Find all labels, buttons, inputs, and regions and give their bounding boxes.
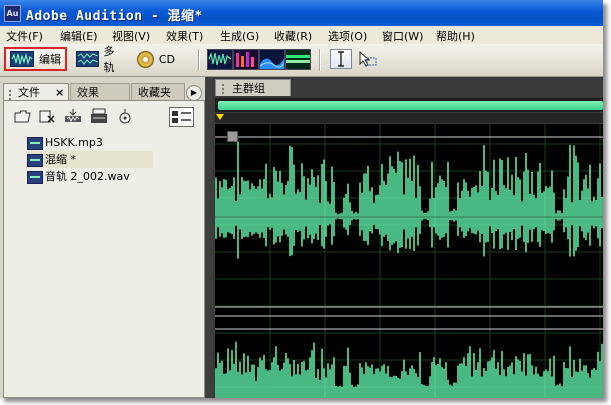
multitrack-view-button[interactable]: 多轨 [72,45,128,74]
menu-view[interactable]: 视图(V) [112,28,150,44]
audio-file-icon [27,171,43,184]
list-item[interactable]: 混缩 * [26,151,153,168]
toolbar-separator [198,49,200,71]
close-file-icon[interactable] [38,108,55,124]
panel-grip-icon [222,84,226,94]
menu-favorites[interactable]: 收藏(R) [274,28,312,44]
files-toolbar [14,108,154,128]
waveform-display[interactable] [215,124,603,398]
cd-icon [137,50,154,68]
waveform-icon [10,51,34,67]
open-file-icon[interactable] [14,108,31,124]
menu-options[interactable]: 选项(O) [328,28,367,44]
menu-generate[interactable]: 生成(G) [220,28,259,44]
cd-view-button[interactable]: CD [133,47,179,71]
visible-range-bar[interactable] [218,101,603,110]
file-name: 混缩 * [45,153,76,166]
play-file-icon[interactable] [116,108,132,124]
audio-file-icon [27,154,43,167]
multitrack-icon [76,51,99,67]
panel-divider[interactable] [205,77,213,398]
main-group-panel: 主群组 [213,77,603,398]
waveform-view-icon[interactable] [207,49,233,70]
window-title: Adobe Audition - 混缩* [26,9,203,24]
menu-help[interactable]: 帮助(H) [436,28,475,44]
insert-multitrack-icon[interactable] [64,108,81,124]
file-list: HSKK.mp3 混缩 * 音轨 2_002.wav [26,134,206,185]
panel-grip-icon [9,90,13,100]
playhead-marker-icon[interactable] [216,114,224,120]
app-window: Au Adobe Audition - 混缩* 文件(F) 编辑(E) 视图(V… [0,0,603,398]
waveform-svg [215,124,603,398]
list-item[interactable]: HSKK.mp3 [26,134,206,151]
toolbar-separator [319,49,321,71]
tab-main-group[interactable]: 主群组 [215,79,291,96]
tab-files-label: 文件 [18,86,40,99]
tab-files[interactable]: 文件 × [3,83,69,100]
menu-edit[interactable]: 编辑(E) [60,28,98,44]
close-tab-icon[interactable]: × [55,84,64,101]
spectral-pan-icon[interactable] [259,49,285,70]
edit-label: 编辑 [39,53,61,66]
multitrack-label: 多轨 [103,45,115,74]
menu-window[interactable]: 窗口(W) [382,28,423,44]
tab-favorites-label: 收藏夹 [138,86,171,99]
left-panel-tabs: 文件 × 效果 收藏夹 ▶ [0,80,205,101]
menu-file[interactable]: 文件(F) [6,28,43,44]
files-list-panel: HSKK.mp3 混缩 * 音轨 2_002.wav [3,100,205,398]
list-view-toggle-icon[interactable] [169,107,194,127]
list-item[interactable]: 音轨 2_002.wav [26,168,206,185]
ibeam-tool-icon[interactable] [330,49,352,69]
files-panel: 文件 × 效果 收藏夹 ▶ HSKK.mp3 混缩 * 音轨 2_002.wav [0,77,205,398]
zoom-overview-bar[interactable] [215,98,603,112]
cd-label: CD [158,52,175,66]
spectral-frequency-icon[interactable] [233,49,259,70]
audio-file-icon [27,137,43,150]
toolbar: 编辑 多轨 CD [0,44,603,77]
tab-main-group-label: 主群组 [232,82,265,95]
marquee-tool-icon[interactable] [356,49,378,69]
app-icon: Au [4,5,21,22]
insert-cd-list-icon[interactable] [90,108,107,124]
menu-effects[interactable]: 效果(T) [166,28,203,44]
file-name: 音轨 2_002.wav [45,170,130,183]
channel-toggle-icon[interactable] [227,131,238,142]
title-bar: Au Adobe Audition - 混缩* [0,0,603,26]
menu-bar: 文件(F) 编辑(E) 视图(V) 效果(T) 生成(G) 收藏(R) 选项(O… [0,26,603,44]
timeline-ruler[interactable] [215,113,603,123]
spectral-phase-icon[interactable] [285,49,311,70]
file-name: HSKK.mp3 [45,136,103,149]
edit-view-button[interactable]: 编辑 [4,47,67,71]
tab-effects[interactable]: 效果 [70,83,130,100]
tab-favorites[interactable]: 收藏夹 [131,83,185,100]
tab-overflow-arrow-icon[interactable]: ▶ [186,85,202,101]
tab-effects-label: 效果 [77,86,99,99]
